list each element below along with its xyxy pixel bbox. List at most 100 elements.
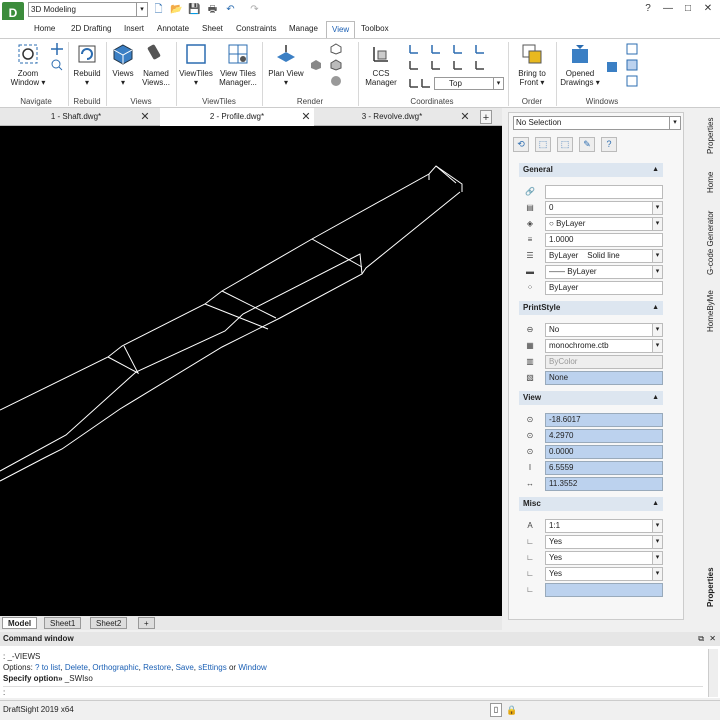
status-toggle-icon[interactable]: ▯ [490, 703, 502, 717]
section-printstyle[interactable]: PrintStyle ▲ [519, 301, 663, 315]
render-smooth-icon[interactable] [330, 75, 342, 87]
help-icon[interactable]: ? [601, 137, 617, 152]
tab-home[interactable]: Home [34, 24, 55, 33]
option-window-link[interactable]: Window [238, 663, 266, 672]
prop-center-y-value[interactable]: 4.2970 [545, 429, 663, 443]
prop-hyperlink-value[interactable] [545, 185, 663, 199]
redo-icon[interactable]: ↷ [248, 3, 261, 16]
ccs-entity-icon[interactable] [474, 59, 486, 71]
side-tab-properties[interactable]: Properties [704, 114, 718, 158]
prop-linescale-value[interactable]: 1.0000 [545, 233, 663, 247]
viewtiles-manager-button[interactable]: View Tiles Manager... [216, 43, 260, 87]
zoom-window-button[interactable]: Zoom Window ▾ [8, 43, 48, 87]
render-shaded-icon[interactable] [310, 59, 322, 71]
drawing-canvas[interactable] [0, 126, 502, 616]
option-restore-link[interactable]: Restore [143, 663, 171, 672]
select-entities-icon[interactable]: ⬚ [535, 137, 551, 152]
prop-color-value[interactable]: ○ ByLayer ▾ [545, 217, 663, 231]
bring-to-front-button[interactable]: Bring to Front ▾ [512, 43, 552, 87]
rebuild-button[interactable]: Rebuild ▾ [70, 43, 104, 87]
maximize-button[interactable]: □ [680, 2, 696, 16]
section-view[interactable]: View ▲ [519, 391, 663, 405]
tab-view[interactable]: View [326, 21, 356, 38]
chevron-down-icon[interactable]: ▾ [493, 78, 503, 89]
doc-tab-shaft[interactable]: 1 - Shaft.dwg* [0, 108, 152, 126]
new-file-icon[interactable]: 🗋 [152, 3, 165, 16]
prop-transparency-value[interactable]: ByLayer [545, 281, 663, 295]
tab-toolbox[interactable]: Toolbox [361, 24, 389, 33]
prop-ccs-at-origin-value[interactable]: Yes ▾ [545, 551, 663, 565]
collapse-icon[interactable]: ▲ [652, 391, 659, 405]
prop-print-attached-value[interactable]: None [545, 371, 663, 385]
close-icon[interactable]: ✕ [300, 110, 312, 124]
tile-horizontal-icon[interactable] [606, 61, 618, 73]
opened-drawings-button[interactable]: Opened Drawings ▾ [560, 43, 600, 87]
prop-center-x-value[interactable]: -18.6017 [545, 413, 663, 427]
chevron-down-icon[interactable]: ▾ [652, 568, 662, 580]
option-orthographic-link[interactable]: Orthographic [92, 663, 138, 672]
tab-constraints[interactable]: Constraints [236, 24, 276, 33]
close-icon[interactable]: ✕ [709, 632, 716, 646]
prop-width-value[interactable]: 11.3552 [545, 477, 663, 491]
tile-vertical-icon[interactable] [626, 59, 638, 71]
save-icon[interactable]: 💾 [188, 3, 201, 16]
option-save-link[interactable]: Save [176, 663, 194, 672]
filter-icon[interactable]: ✎ [579, 137, 595, 152]
close-icon[interactable]: ✕ [459, 110, 471, 124]
prop-print-enabled-value[interactable]: No ▾ [545, 323, 663, 337]
minimize-button[interactable]: — [660, 2, 676, 16]
chevron-down-icon[interactable]: ▾ [652, 536, 662, 548]
prop-annotation-scale-value[interactable]: 1:1 ▾ [545, 519, 663, 533]
print-icon[interactable]: 🖶 [206, 3, 219, 16]
add-sheet-button[interactable]: + [138, 617, 155, 629]
tab-2d-drafting[interactable]: 2D Drafting [71, 24, 111, 33]
option-list-link[interactable]: ? to list [35, 663, 60, 672]
workspace-select[interactable]: 3D Modeling ▾ [28, 2, 148, 17]
collapse-icon[interactable]: ▲ [652, 497, 659, 511]
ccs-manager-button[interactable]: CCS Manager [362, 43, 400, 87]
tab-sheet2[interactable]: Sheet2 [90, 617, 128, 629]
side-tab-homebyme[interactable]: HomeByMe [704, 288, 718, 334]
render-wire-icon[interactable] [330, 43, 342, 55]
render-hidden-icon[interactable] [330, 59, 342, 71]
close-button[interactable]: ✕ [700, 2, 716, 16]
section-misc[interactable]: Misc ▲ [519, 497, 663, 511]
plan-view-button[interactable]: Plan View ▾ [266, 43, 306, 87]
collapse-icon[interactable]: ▲ [652, 163, 659, 177]
chevron-down-icon[interactable]: ▾ [669, 117, 680, 129]
ccs-x-icon[interactable] [408, 59, 420, 71]
ccs-world-icon[interactable] [408, 43, 420, 55]
zoom-icon[interactable] [51, 59, 63, 71]
undo-icon[interactable]: ↶ [224, 3, 237, 16]
prop-center-z-value[interactable]: 0.0000 [545, 445, 663, 459]
collapse-icon[interactable]: ▲ [652, 301, 659, 315]
prop-linestyle-value[interactable]: ByLayer Solid line ▾ [545, 249, 663, 263]
ccs-view-icon[interactable] [474, 43, 486, 55]
ccs-z-icon[interactable] [452, 59, 464, 71]
chevron-down-icon[interactable]: ▾ [652, 340, 662, 352]
tab-sheet1[interactable]: Sheet1 [44, 617, 82, 629]
prop-ccs-per-view-value[interactable]: Yes ▾ [545, 567, 663, 581]
ccs-previous-icon[interactable] [420, 77, 432, 89]
tab-model[interactable]: Model [2, 617, 38, 629]
command-scrollbar[interactable] [708, 649, 718, 697]
selection-select[interactable]: No Selection ▾ [513, 116, 681, 130]
status-lock-icon[interactable]: 🔒 [506, 703, 518, 717]
tab-annotate[interactable]: Annotate [157, 24, 189, 33]
command-input[interactable]: : [3, 686, 703, 697]
doc-tab-profile[interactable]: 2 - Profile.dwg* [160, 108, 314, 126]
tab-sheet[interactable]: Sheet [202, 24, 223, 33]
section-general[interactable]: General ▲ [519, 163, 663, 177]
restore-icon[interactable]: ⧉ [698, 632, 704, 646]
chevron-down-icon[interactable]: ▾ [652, 202, 662, 214]
prop-ccs-name-value[interactable] [545, 583, 663, 597]
cascade-icon[interactable] [626, 43, 638, 55]
chevron-down-icon[interactable]: ▾ [652, 218, 662, 230]
ccs-origin-icon[interactable] [430, 43, 442, 55]
view-direction-select[interactable]: Top ▾ [434, 77, 504, 90]
help-button[interactable]: ? [640, 2, 656, 16]
ccs-face-icon[interactable] [408, 77, 420, 89]
close-icon[interactable]: ✕ [139, 110, 151, 124]
chevron-down-icon[interactable]: ▾ [652, 266, 662, 278]
chevron-down-icon[interactable]: ▾ [652, 552, 662, 564]
